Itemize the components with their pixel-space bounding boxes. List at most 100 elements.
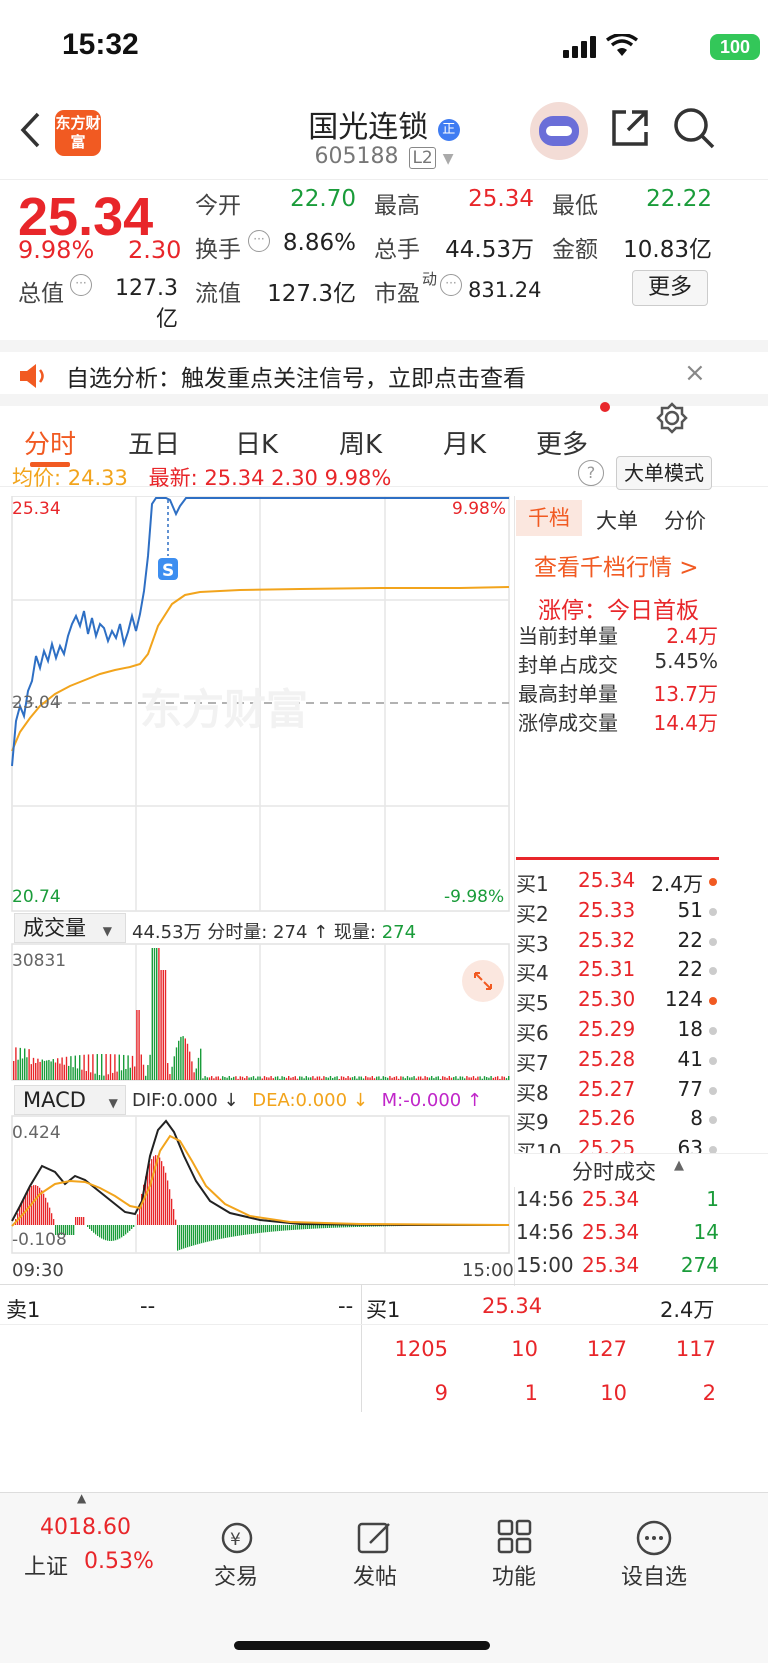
macd-bar [217, 1225, 219, 1240]
macd-bar [235, 1225, 237, 1237]
tick-volume: 274 [680, 1253, 719, 1277]
queue-sell-price: -- [140, 1294, 156, 1318]
macd-bar [107, 1225, 109, 1241]
bid-price: 25.34 [578, 868, 636, 892]
tick-time: 14:56 [516, 1220, 574, 1244]
queue-buy-vol: 2.4万 [660, 1298, 715, 1322]
macd-bar [223, 1225, 225, 1239]
bid-row[interactable]: 买10 25.25 63 [516, 1136, 719, 1153]
macd-bar [111, 1225, 113, 1241]
macd-bar [317, 1225, 319, 1229]
home-indicator [234, 1641, 490, 1650]
bid-dot-icon [709, 878, 717, 886]
macd-bar [239, 1225, 241, 1236]
bid-label: 买3 [516, 931, 549, 956]
bid-label: 买6 [516, 1021, 549, 1045]
tick-price: 25.34 [582, 1220, 640, 1244]
macd-bar [245, 1225, 247, 1235]
bid-row[interactable]: 买1 25.34 2.4万 [516, 868, 719, 898]
macd-bar [131, 1225, 133, 1229]
bid-price: 25.29 [578, 1017, 636, 1041]
macd-bar [319, 1225, 321, 1229]
macd-bar [265, 1225, 267, 1233]
bid-label: 买7 [516, 1050, 549, 1075]
macd-bar [333, 1225, 335, 1228]
macd-bar [313, 1225, 315, 1229]
macd-bar [105, 1225, 107, 1241]
macd-bar [129, 1225, 131, 1231]
svg-text:¥: ¥ [230, 1530, 241, 1550]
macd-bar [207, 1225, 209, 1242]
bid-row[interactable]: 买7 25.28 41 [516, 1047, 719, 1077]
macd-bar [23, 1197, 25, 1225]
tick-volume: 1 [706, 1187, 719, 1211]
bid-volume: 124 [664, 987, 703, 1012]
divider [0, 1284, 768, 1285]
macd-bar [303, 1225, 305, 1230]
macd-bar [283, 1225, 285, 1231]
macd-bar [337, 1225, 339, 1228]
bid-row[interactable]: 买5 25.30 124 [516, 987, 719, 1017]
macd-bar [175, 1219, 177, 1225]
macd-bar [47, 1202, 49, 1225]
macd-bar [51, 1213, 53, 1225]
macd-bar [241, 1225, 243, 1236]
tick-row: 15:00 25.34 274 [516, 1253, 719, 1283]
macd-bar [229, 1225, 231, 1238]
macd-bar [95, 1225, 97, 1235]
queue-order-size: 127 [586, 1337, 627, 1361]
queue-order-size: 117 [675, 1337, 716, 1361]
macd-bar [49, 1207, 51, 1225]
bid-row[interactable]: 买3 25.32 22 [516, 928, 719, 958]
macd-bar [323, 1225, 325, 1229]
macd-bar [37, 1186, 39, 1225]
queue-order-size: 2 [702, 1381, 716, 1405]
bid-row[interactable]: 买6 25.29 18 [516, 1017, 719, 1047]
macd-bar [165, 1172, 167, 1225]
macd-bar [211, 1225, 213, 1241]
macd-bar [97, 1225, 99, 1236]
bid-row[interactable]: 买9 25.26 8 [516, 1106, 719, 1136]
ticks-header[interactable]: 分时成交 ▲ [514, 1153, 768, 1187]
macd-bar [81, 1217, 83, 1225]
queue-order-size: 9 [434, 1381, 448, 1405]
bid-label: 买1 [516, 872, 549, 896]
macd-bar [177, 1225, 179, 1251]
macd-bar [91, 1225, 93, 1231]
nav-post-label: 发帖 [352, 1565, 397, 1590]
macd-bar [271, 1225, 273, 1232]
macd-bar [99, 1225, 101, 1238]
macd-bar [109, 1225, 111, 1241]
bid-price: 25.27 [578, 1076, 636, 1101]
macd-bar [321, 1225, 323, 1229]
macd-bar [83, 1217, 85, 1225]
bid-row[interactable]: 买4 25.31 22 [516, 957, 719, 987]
bid-row[interactable]: 买8 25.27 77 [516, 1077, 719, 1107]
bid-label: 买9 [516, 1110, 549, 1135]
queue-buy-label: 买1 [366, 1298, 401, 1322]
bid-volume: 8 [690, 1106, 703, 1131]
macd-bar [67, 1225, 69, 1235]
bid-label: 买4 [516, 961, 549, 986]
macd-bar [281, 1225, 283, 1231]
index-ticker[interactable]: ▲ 4018.60 上证 0.53% [0, 1491, 166, 1603]
bid-price: 25.30 [578, 987, 636, 1012]
bid-volume: 77 [677, 1076, 703, 1101]
macd-bar [193, 1225, 195, 1246]
nav-trade-label: 交易 [213, 1565, 258, 1590]
bid-row[interactable]: 买2 25.33 51 [516, 898, 719, 928]
macd-bar [179, 1225, 181, 1250]
macd-bar [189, 1225, 191, 1247]
trade-icon: ¥ [221, 1522, 253, 1554]
ticks-title: 分时成交 [572, 1160, 656, 1184]
macd-bar [33, 1185, 35, 1225]
macd-bar [221, 1225, 223, 1239]
macd-bar [285, 1225, 287, 1231]
more-dots-icon [636, 1520, 672, 1556]
macd-bar [79, 1217, 81, 1225]
bid-dot-icon [709, 1116, 717, 1125]
nav-add-watchlist-label: 设自选 [620, 1565, 687, 1590]
bid-dot-icon [709, 1027, 717, 1035]
macd-bar [257, 1225, 259, 1234]
macd-bar [121, 1225, 123, 1238]
